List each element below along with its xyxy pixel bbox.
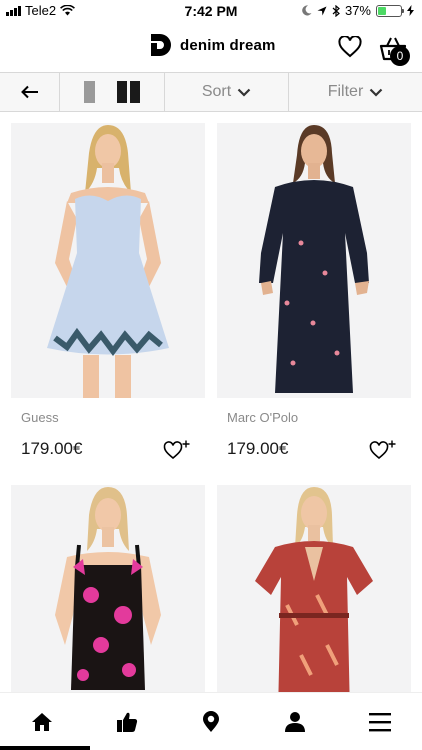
product-image[interactable]	[11, 123, 205, 398]
cart-count-badge: 0	[390, 46, 410, 66]
product-card[interactable]: Marc O'Polo 179.00€	[217, 123, 411, 469]
bottom-nav	[0, 692, 422, 750]
model-photo	[259, 125, 369, 393]
product-row: 179.00€	[217, 439, 411, 469]
filter-button[interactable]: Filter	[289, 73, 422, 111]
product-card[interactable]	[217, 485, 411, 692]
nav-favorites[interactable]	[84, 693, 168, 750]
nav-account[interactable]	[253, 693, 337, 750]
status-right: 37%	[302, 3, 414, 18]
brand-logo[interactable]: denim dream	[150, 33, 276, 57]
product-image[interactable]	[217, 485, 411, 692]
location-icon	[317, 6, 327, 15]
nav-home[interactable]	[0, 693, 84, 750]
product-price: 179.00€	[21, 439, 83, 458]
app-header: denim dream 0	[0, 22, 422, 72]
add-to-wishlist-icon[interactable]	[163, 439, 191, 461]
battery-icon	[376, 4, 404, 17]
filter-label: Filter	[327, 83, 364, 100]
list-toolbar: Sort Filter	[0, 72, 422, 112]
sort-label: Sort	[201, 83, 232, 100]
charging-icon	[407, 5, 414, 16]
location-pin-icon	[203, 710, 220, 732]
sort-button[interactable]: Sort	[165, 73, 289, 111]
brand-logo-icon	[151, 34, 171, 56]
product-grid: Guess 179.00€ Marc O'Polo 179.00€	[0, 112, 422, 692]
status-bar: Tele2 7:42 PM 37%	[0, 0, 422, 22]
product-row: 179.00€	[11, 439, 205, 469]
brand-name: denim dream	[180, 36, 276, 54]
product-price: 179.00€	[227, 439, 289, 458]
two-column-icon[interactable]	[117, 81, 140, 103]
battery-percent: 37%	[344, 3, 371, 18]
home-icon	[32, 712, 53, 731]
product-brand: Guess	[21, 410, 59, 425]
chevron-down-icon	[237, 88, 251, 97]
battery-level	[378, 6, 387, 15]
thumbs-up-icon	[116, 712, 137, 732]
product-image[interactable]	[11, 485, 205, 692]
single-column-icon[interactable]	[84, 81, 95, 103]
product-card[interactable]: Guess 179.00€	[11, 123, 205, 469]
heart-icon[interactable]	[338, 36, 362, 58]
bluetooth-icon	[332, 4, 340, 17]
product-card[interactable]	[11, 485, 205, 692]
back-button[interactable]	[0, 73, 60, 111]
model-photo	[47, 125, 169, 398]
add-to-wishlist-icon[interactable]	[369, 439, 397, 461]
arrow-left-icon	[20, 85, 38, 99]
model-photo	[55, 487, 161, 690]
dress-shape	[259, 180, 369, 393]
home-indicator	[0, 746, 90, 750]
moon-icon	[302, 5, 312, 16]
chevron-down-icon	[370, 88, 383, 97]
model-photo	[255, 487, 373, 692]
nav-stores[interactable]	[169, 693, 253, 750]
user-icon	[285, 711, 306, 732]
nav-menu[interactable]	[338, 693, 422, 750]
product-image[interactable]	[217, 123, 411, 398]
product-brand: Marc O'Polo	[227, 410, 299, 425]
menu-icon	[368, 712, 391, 731]
view-toggle	[60, 73, 165, 111]
